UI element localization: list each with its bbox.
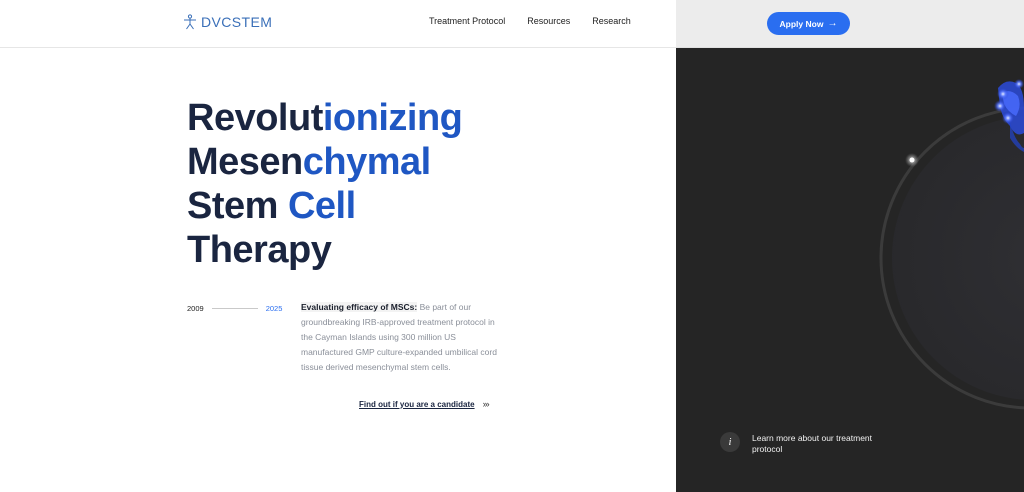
candidate-link[interactable]: Find out if you are a candidate [359,400,475,409]
hero-title-line-1-blue: ionizing [322,97,463,139]
candidate-cta: Find out if you are a candidate ››› [359,399,490,409]
arrow-right-icon: → [827,18,838,29]
timeline: 2009 2025 [187,304,282,313]
timeline-start-year: 2009 [187,304,204,313]
timeline-line [211,308,258,309]
timeline-end-year: 2025 [265,304,283,313]
nav-item-resources[interactable]: Resources [527,16,570,26]
hero-title-line-3-blue: Cell [287,185,356,227]
hero-title-line-4-dark: Therapy [187,229,332,271]
hero-title-line-2: Mesenchymal [187,140,507,184]
site-header: DVCSTEM Treatment Protocol Resources Res… [0,0,676,48]
hero-title-line-3: Stem Cell [187,184,507,228]
apply-now-label: Apply Now [779,18,824,29]
hero-title-line-1: Revolutionizing [187,96,507,140]
cell-illustration [879,79,1024,410]
info-icon: i [720,432,740,452]
logo-text-part2: STEM [231,14,273,30]
hero-title-line-4: Therapy [187,228,507,272]
nav-item-treatment-protocol[interactable]: Treatment Protocol [429,16,505,26]
info-block[interactable]: i Learn more about our treatment protoco… [720,432,892,455]
hero-title: Revolutionizing Mesenchymal Stem Cell Th… [187,96,507,272]
apply-now-button[interactable]: Apply Now → [767,12,850,35]
cell-visual-panel [676,48,1024,492]
hero-title-line-3-dark: Stem [187,185,288,227]
hero-description: Evaluating efficacy of MSCs: Be part of … [301,300,501,375]
info-text: Learn more about our treatment protocol [752,433,873,454]
nav-item-research[interactable]: Research [592,16,631,26]
main-nav: Treatment Protocol Resources Research [429,16,631,26]
description-body: Be part of our groundbreaking IRB-approv… [301,302,497,372]
logo-text-part1: DVC [201,14,232,30]
hero-title-line-1-dark: Revolut [187,97,323,139]
logo-text: DVCSTEM [201,14,272,30]
hero-title-line-2-blue: chymal [302,141,431,183]
logo[interactable]: DVCSTEM [183,14,272,30]
hero-title-line-2-dark: Mesen [187,141,303,183]
header-right-bar [676,0,1024,48]
double-chevron-right-icon: ››› [482,399,490,409]
vitruvian-figure-icon [184,14,196,30]
description-lead: Evaluating efficacy of MSCs: [301,302,418,312]
